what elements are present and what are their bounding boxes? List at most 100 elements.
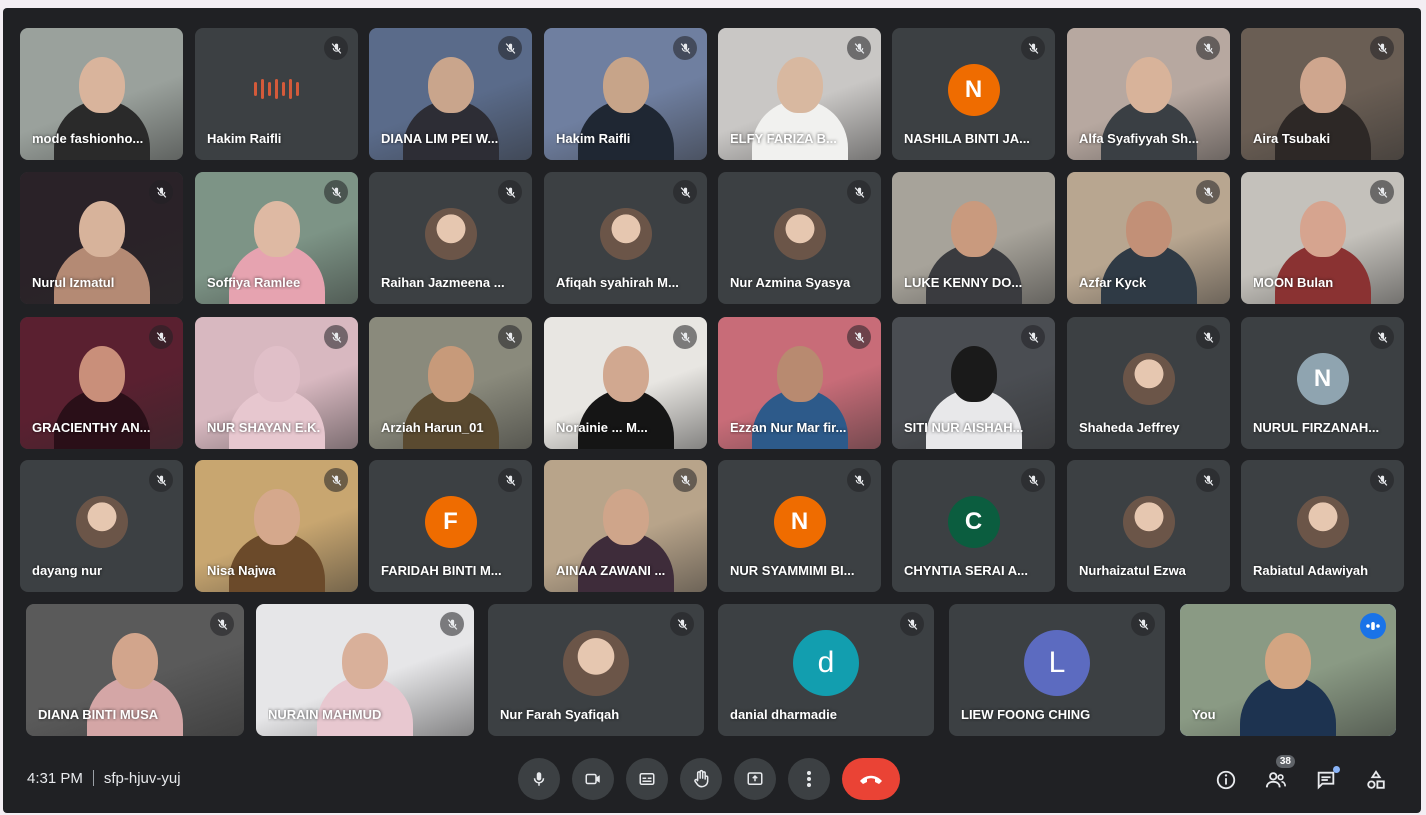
- info-icon: [1216, 770, 1236, 790]
- meeting-details-button[interactable]: [1209, 763, 1243, 797]
- camera-button[interactable]: [572, 758, 614, 800]
- participant-tile[interactable]: Soffiya Ramlee: [195, 172, 358, 304]
- participant-name: Alfa Syafiyyah Sh...: [1079, 131, 1199, 146]
- participant-tile[interactable]: Alfa Syafiyyah Sh...: [1067, 28, 1230, 160]
- participant-tile[interactable]: F FARIDAH BINTI M...: [369, 460, 532, 592]
- participant-tile[interactable]: L LIEW FOONG CHING: [949, 604, 1165, 736]
- participant-tile[interactable]: Nurhaizatul Ezwa: [1067, 460, 1230, 592]
- leave-call-button[interactable]: [842, 758, 900, 800]
- participant-tile[interactable]: Ezzan Nur Mar fir...: [718, 317, 881, 449]
- participant-tile[interactable]: Aira Tsubaki: [1241, 28, 1404, 160]
- participant-face: [253, 489, 300, 546]
- end-call-icon: [860, 775, 882, 784]
- mic-off-icon: [324, 36, 348, 60]
- participant-face: [1299, 201, 1346, 258]
- participant-count-badge: 38: [1275, 755, 1295, 768]
- raise-hand-button[interactable]: [680, 758, 722, 800]
- participant-tile[interactable]: NUR SHAYAN E.K.: [195, 317, 358, 449]
- participant-tile[interactable]: LUKE KENNY DO...: [892, 172, 1055, 304]
- participant-tile[interactable]: DIANA BINTI MUSA: [26, 604, 244, 736]
- participant-name: Nisa Najwa: [207, 563, 276, 578]
- participant-tile[interactable]: Afiqah syahirah M...: [544, 172, 707, 304]
- participant-tile[interactable]: Nisa Najwa: [195, 460, 358, 592]
- participant-face: [112, 633, 158, 690]
- meeting-code[interactable]: sfp-hjuv-yuj: [104, 770, 181, 787]
- present-button[interactable]: [734, 758, 776, 800]
- participant-tile[interactable]: Nurul Izmatul: [20, 172, 183, 304]
- participant-tile[interactable]: Azfar Kyck: [1067, 172, 1230, 304]
- participant-tile[interactable]: Norainie ... M...: [544, 317, 707, 449]
- participant-tile[interactable]: Nur Farah Syafiqah: [488, 604, 704, 736]
- participant-tile[interactable]: Rabiatul Adawiyah: [1241, 460, 1404, 592]
- participant-name: AINAA ZAWANI ...: [556, 563, 666, 578]
- participant-name: Norainie ... M...: [556, 420, 648, 435]
- participant-name: danial dharmadie: [730, 707, 837, 722]
- mic-off-icon: [1021, 468, 1045, 492]
- participant-tile[interactable]: NURAIN MAHMUD: [256, 604, 474, 736]
- initial-avatar: C: [947, 496, 1000, 548]
- profile-picture: [424, 208, 477, 260]
- participant-name: Nur Farah Syafiqah: [500, 707, 620, 722]
- participant-face: [1265, 633, 1311, 690]
- participant-tile[interactable]: DIANA LIM PEI W...: [369, 28, 532, 160]
- participant-tile[interactable]: SITI NUR AISHAH...: [892, 317, 1055, 449]
- participant-face: [776, 346, 823, 403]
- initial-avatar: F: [424, 496, 477, 548]
- microphone-button[interactable]: [518, 758, 560, 800]
- participant-tile[interactable]: Shaheda Jeffrey: [1067, 317, 1230, 449]
- participant-face: [1299, 57, 1346, 114]
- profile-picture: [1122, 353, 1175, 405]
- mic-off-icon: [1196, 468, 1220, 492]
- participant-tile[interactable]: mode fashionho...: [20, 28, 183, 160]
- participant-tile[interactable]: GRACIENTHY AN...: [20, 317, 183, 449]
- participant-name: Shaheda Jeffrey: [1079, 420, 1180, 435]
- participant-tile[interactable]: C CHYNTIA SERAI A...: [892, 460, 1055, 592]
- participant-name: Aira Tsubaki: [1253, 131, 1331, 146]
- activities-button[interactable]: [1359, 763, 1393, 797]
- participant-face: [1125, 57, 1172, 114]
- participant-tile[interactable]: MOON Bulan: [1241, 172, 1404, 304]
- participant-tile[interactable]: Hakim Raifli: [195, 28, 358, 160]
- chat-button[interactable]: [1309, 763, 1343, 797]
- mic-off-icon: [1370, 36, 1394, 60]
- people-button[interactable]: 38: [1259, 755, 1295, 797]
- participant-name: Raihan Jazmeena ...: [381, 275, 505, 290]
- participant-tile[interactable]: N NURUL FIRZANAH...: [1241, 317, 1404, 449]
- speaking-indicator-icon: [1360, 613, 1386, 639]
- participant-name: CHYNTIA SERAI A...: [904, 563, 1028, 578]
- participant-tile[interactable]: Nur Azmina Syasya: [718, 172, 881, 304]
- more-vert-icon: [807, 771, 811, 787]
- profile-picture: [1122, 496, 1175, 548]
- participant-tile[interactable]: AINAA ZAWANI ...: [544, 460, 707, 592]
- mic-off-icon: [847, 468, 871, 492]
- participant-tile[interactable]: Hakim Raifli: [544, 28, 707, 160]
- participant-name: Rabiatul Adawiyah: [1253, 563, 1369, 578]
- meet-window: mode fashionho... Hakim Raifli DIANA LIM P…: [3, 8, 1421, 813]
- captions-button[interactable]: [626, 758, 668, 800]
- mic-off-icon: [149, 468, 173, 492]
- captions-icon: [639, 773, 655, 785]
- participant-tile[interactable]: dayang nur: [20, 460, 183, 592]
- profile-picture: [75, 496, 128, 548]
- participant-tile[interactable]: Raihan Jazmeena ...: [369, 172, 532, 304]
- call-controls: [518, 758, 900, 800]
- more-options-button[interactable]: [788, 758, 830, 800]
- mic-off-icon: [149, 180, 173, 204]
- participant-name: DIANA BINTI MUSA: [38, 707, 159, 722]
- camera-icon: [585, 773, 600, 785]
- participant-face: [78, 346, 125, 403]
- participant-tile[interactable]: d danial dharmadie: [718, 604, 934, 736]
- participant-tile[interactable]: Arziah Harun_01: [369, 317, 532, 449]
- participant-tile[interactable]: N NASHILA BINTI JA...: [892, 28, 1055, 160]
- participant-name: MOON Bulan: [1253, 275, 1334, 290]
- mic-off-icon: [324, 180, 348, 204]
- participant-tile[interactable]: N NUR SYAMMIMI BI...: [718, 460, 881, 592]
- participant-face: [1125, 201, 1172, 258]
- initial-avatar: N: [1296, 353, 1349, 405]
- mic-off-icon: [1021, 325, 1045, 349]
- mic-off-icon: [324, 325, 348, 349]
- chat-notification-dot: [1333, 766, 1340, 773]
- participant-name: Nurhaizatul Ezwa: [1079, 563, 1186, 578]
- participant-tile[interactable]: You: [1180, 604, 1396, 736]
- participant-tile[interactable]: ELFY FARIZA B...: [718, 28, 881, 160]
